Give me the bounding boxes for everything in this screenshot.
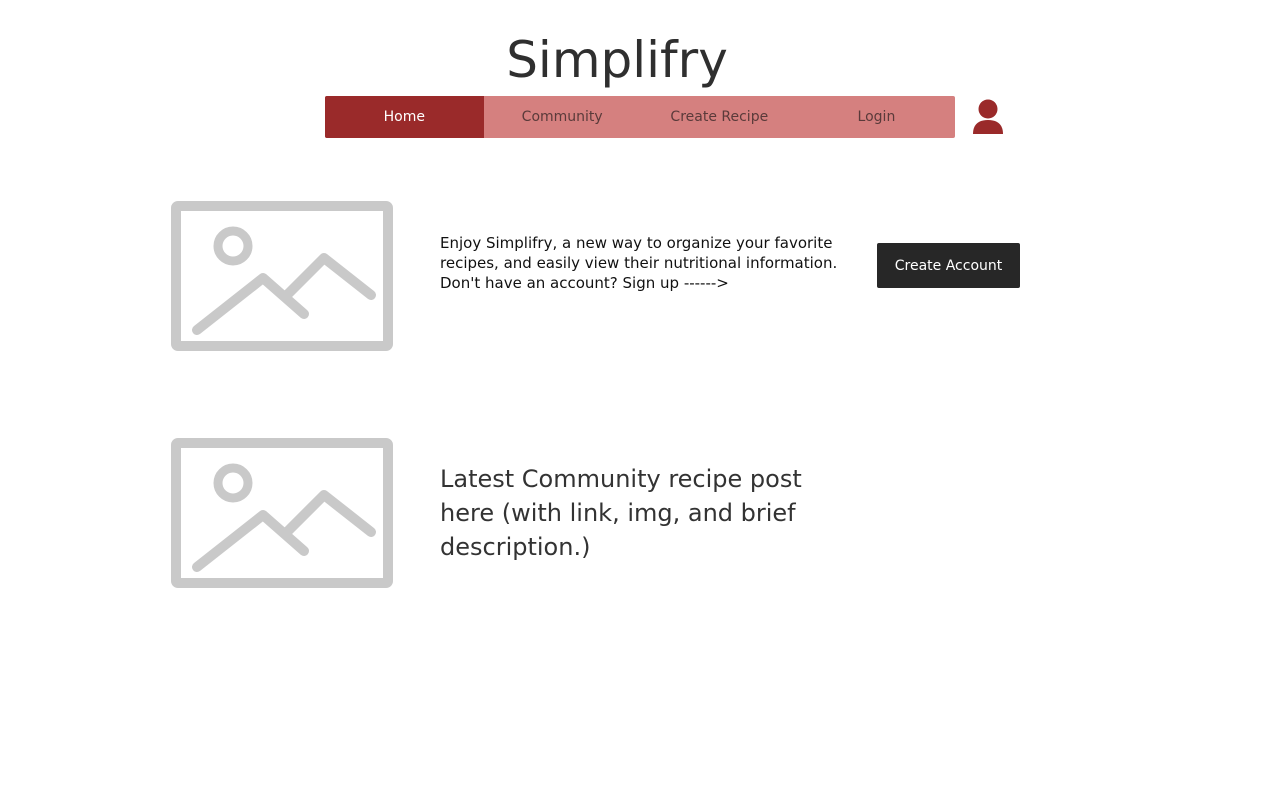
nav-item-create-recipe[interactable]: Create Recipe	[641, 96, 798, 138]
nav-item-home[interactable]: Home	[325, 96, 484, 138]
nav-item-login[interactable]: Login	[798, 96, 955, 138]
intro-text: Enjoy Simplifry, a new way to organize y…	[440, 234, 838, 292]
site-title: Simplifry	[506, 31, 728, 89]
page: Simplifry Home Community Create Recipe L…	[0, 0, 1280, 800]
main-nav: Home Community Create Recipe Login	[325, 96, 955, 138]
nav-item-community[interactable]: Community	[484, 96, 641, 138]
image-placeholder-icon	[171, 438, 393, 588]
user-icon[interactable]	[970, 99, 1006, 135]
create-account-button[interactable]: Create Account	[877, 243, 1020, 288]
image-placeholder-icon	[171, 201, 393, 351]
latest-community-post-text: Latest Community recipe post here (with …	[440, 465, 802, 561]
